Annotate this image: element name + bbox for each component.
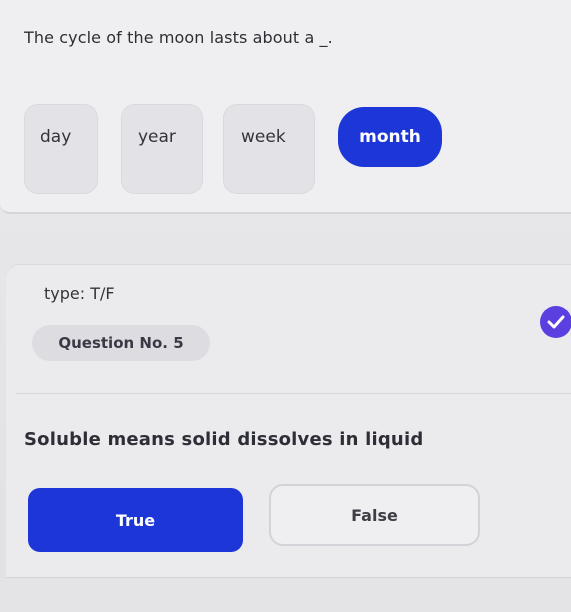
quiz-screen: The cycle of the moon lasts about a _. d… <box>0 0 571 612</box>
option-label: day <box>40 127 72 147</box>
false-label: False <box>351 505 398 525</box>
question-type-label: type: T/F <box>44 284 115 303</box>
option-label: week <box>241 127 286 147</box>
question-text: The cycle of the moon lasts about a _. <box>24 28 333 47</box>
option-day[interactable]: day <box>24 104 98 194</box>
false-button[interactable]: False <box>269 484 480 546</box>
question-card-4: The cycle of the moon lasts about a _. d… <box>0 0 571 214</box>
option-week[interactable]: week <box>223 104 315 194</box>
question-text: Soluble means solid dissolves in liquid <box>24 429 424 450</box>
option-year[interactable]: year <box>121 104 203 194</box>
check-circle-icon <box>540 306 571 338</box>
bottom-area <box>0 578 571 612</box>
option-label: month <box>359 127 421 147</box>
question-number-label: Question No. 5 <box>58 334 184 352</box>
option-month-selected[interactable]: month <box>338 107 442 167</box>
question-number-badge: Question No. 5 <box>32 325 210 361</box>
divider <box>16 393 571 394</box>
true-button[interactable]: True <box>28 488 243 552</box>
true-label: True <box>115 510 156 530</box>
option-label: year <box>138 127 176 147</box>
